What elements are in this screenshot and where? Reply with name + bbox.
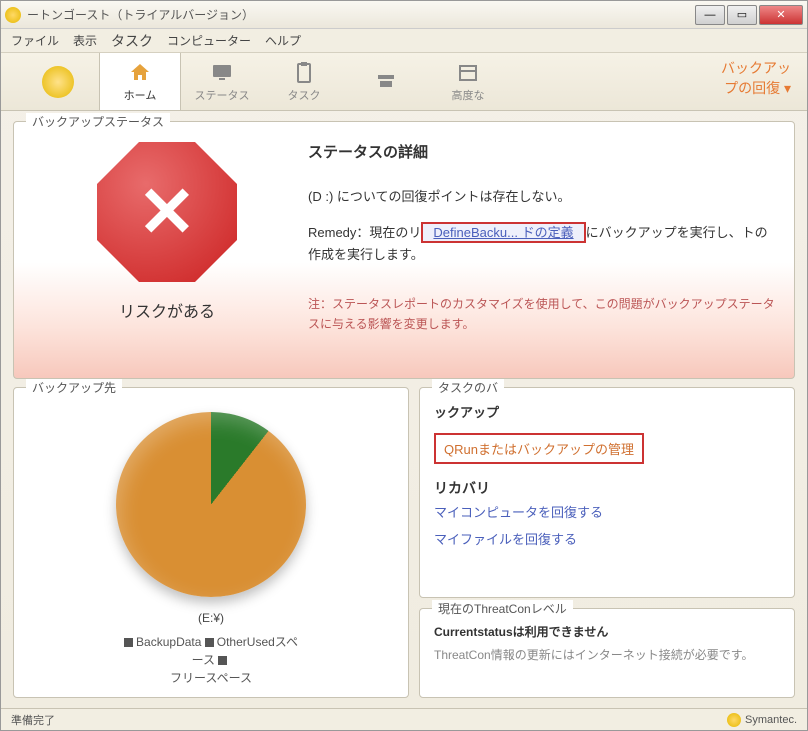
recovery-section: リカバリ マイコンピュータを回復する マイファイルを回復する	[434, 478, 780, 552]
backup-label: ックアップ	[434, 402, 780, 421]
legend-backup: BackupData	[136, 635, 201, 649]
toolbar-logo[interactable]	[17, 53, 99, 110]
threat-status: Currentstatusは利用できません	[434, 623, 780, 640]
legend-free: フリースペース	[170, 671, 252, 685]
recovery-link-l1: バックアッ	[721, 59, 791, 79]
home-icon	[126, 61, 154, 85]
threatcon-panel: 現在のThreatConレベル Currentstatusは利用できません Th…	[419, 608, 795, 698]
window-title: ートンゴースト（トライアルバージョン）	[27, 6, 693, 23]
symantec-icon	[727, 713, 741, 727]
define-backup-link[interactable]: DefineBacku... ドの定義	[421, 222, 585, 243]
brand: Symantec.	[727, 713, 797, 727]
toolbar-task-label: タスク	[288, 87, 321, 103]
chevron-down-icon: ▾	[784, 80, 791, 96]
dest-panel-title: バックアップ先	[26, 379, 122, 396]
threat-panel-title: 現在のThreatConレベル	[432, 600, 573, 617]
monitor-icon	[208, 61, 236, 85]
toolbar-home-label: ホーム	[124, 87, 157, 103]
recover-computer-link[interactable]: マイコンピュータを回復する	[434, 502, 603, 521]
legend-swatch	[218, 656, 227, 665]
lower-row: バックアップ先 (E:¥) BackupData OtherUsedスペース フ…	[13, 387, 795, 698]
window-buttons: ― ▭ ✕	[693, 5, 803, 25]
risk-icon	[97, 142, 237, 282]
risk-label: リスクがある	[119, 298, 215, 322]
tasks-panel: タスクのバ ックアップ QRunまたはバックアップの管理 リカバリ マイコンピュ…	[419, 387, 795, 598]
disk-usage-pie	[116, 412, 306, 597]
toolbar-status-label: ステータス	[195, 87, 250, 103]
toolbar-tools[interactable]	[345, 53, 427, 110]
logo-icon	[42, 66, 74, 98]
menu-task[interactable]: タスク	[111, 31, 153, 51]
recover-files-link[interactable]: マイファイルを回復する	[434, 529, 577, 548]
toolbar-advanced-label: 高度な	[452, 87, 485, 103]
toolbar: ホーム ステータス タスク 高度な バックアッ	[1, 53, 807, 111]
toolbar-home[interactable]: ホーム	[99, 53, 181, 110]
pie-legend: BackupData OtherUsedスペース フリースペース	[121, 633, 301, 687]
status-line1: (D :) についての回復ポイントは存在しない。	[308, 186, 776, 208]
status-heading: ステータスの詳細	[308, 140, 776, 166]
minimize-button[interactable]: ―	[695, 5, 725, 25]
menu-help[interactable]: ヘルプ	[265, 32, 301, 49]
legend-swatch	[205, 638, 214, 647]
app-window: ートンゴースト（トライアルバージョン） ― ▭ ✕ ファイル 表示 タスク コン…	[0, 0, 808, 731]
close-button[interactable]: ✕	[759, 5, 803, 25]
status-ready: 準備完了	[11, 712, 55, 728]
threat-info: ThreatCon情報の更新にはインターネット接続が必要です。	[434, 646, 780, 663]
recovery-link-l2: プの回復 ▾	[721, 79, 791, 99]
maximize-button[interactable]: ▭	[727, 5, 757, 25]
menu-view[interactable]: 表示	[73, 32, 97, 49]
clipboard-icon	[290, 61, 318, 85]
remedy-prefix: Remedy：現在のリ	[308, 225, 421, 240]
brand-label: Symantec.	[745, 714, 797, 726]
tools-icon	[372, 69, 400, 93]
menubar: ファイル 表示 タスク コンピューター ヘルプ	[1, 29, 807, 53]
remedy-line: Remedy：現在のリDefineBacku... ドの定義にバックアップを実行…	[308, 222, 776, 266]
backup-dest-panel: バックアップ先 (E:¥) BackupData OtherUsedスペース フ…	[13, 387, 409, 698]
statusbar: 準備完了 Symantec.	[1, 708, 807, 730]
recovery-label: リカバリ	[434, 478, 780, 498]
menu-file[interactable]: ファイル	[11, 32, 59, 49]
backup-status-panel: バックアップステータス リスクがある ステータスの詳細 (D :) についての回…	[13, 121, 795, 379]
app-icon	[5, 7, 21, 23]
status-panel-title: バックアップステータス	[26, 113, 170, 130]
tasks-panel-title: タスクのバ	[432, 379, 504, 396]
run-manage-backup-link[interactable]: QRunまたはバックアップの管理	[434, 433, 644, 464]
content-area: バックアップステータス リスクがある ステータスの詳細 (D :) についての回…	[1, 111, 807, 708]
advanced-icon	[454, 61, 482, 85]
menu-computer[interactable]: コンピューター	[167, 32, 251, 49]
status-note: 注：ステータスレポートのカスタマイズを使用して、この問題がバックアップステータス…	[308, 294, 776, 335]
legend-swatch	[124, 638, 133, 647]
recovery-link[interactable]: バックアッ プの回復 ▾	[721, 53, 807, 110]
toolbar-advanced[interactable]: 高度な	[427, 53, 509, 110]
toolbar-task[interactable]: タスク	[263, 53, 345, 110]
right-column: タスクのバ ックアップ QRunまたはバックアップの管理 リカバリ マイコンピュ…	[419, 387, 795, 698]
backup-section: ックアップ QRunまたはバックアップの管理	[434, 402, 780, 468]
toolbar-status[interactable]: ステータス	[181, 53, 263, 110]
drive-label: (E:¥)	[198, 611, 224, 625]
status-left: リスクがある	[32, 136, 302, 370]
status-right: ステータスの詳細 (D :) についての回復ポイントは存在しない。 Remedy…	[302, 136, 776, 370]
titlebar: ートンゴースト（トライアルバージョン） ― ▭ ✕	[1, 1, 807, 29]
stop-icon	[97, 142, 237, 282]
